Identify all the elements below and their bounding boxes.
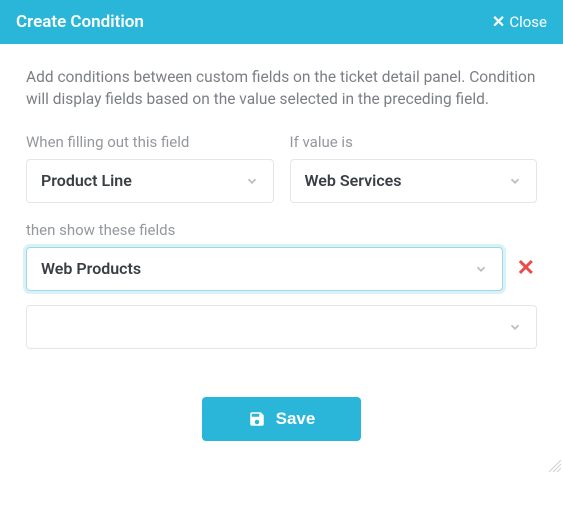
value-select[interactable]: Web Services	[290, 159, 538, 203]
chevron-down-icon	[508, 320, 522, 334]
save-row: Save	[26, 397, 537, 441]
close-icon: ✕	[492, 14, 505, 30]
show-field-row	[26, 305, 537, 349]
close-button[interactable]: ✕ Close	[492, 13, 547, 31]
remove-field-button[interactable]: ✕	[515, 258, 537, 280]
modal-title: Create Condition	[16, 12, 144, 32]
chevron-down-icon	[508, 174, 522, 188]
modal-header: Create Condition ✕ Close	[0, 0, 563, 44]
field-label: When filling out this field	[26, 133, 274, 151]
field-select-value: Product Line	[41, 171, 132, 190]
condition-row: When filling out this field Product Line…	[26, 133, 537, 203]
save-button-label: Save	[276, 409, 316, 429]
show-field-value	[41, 317, 45, 336]
show-field-select-empty[interactable]	[26, 305, 537, 349]
show-fields-label: then show these fields	[26, 221, 537, 239]
show-field-row: Web Products ✕	[26, 247, 537, 291]
value-column: If value is Web Services	[290, 133, 538, 203]
chevron-down-icon	[245, 174, 259, 188]
save-button[interactable]: Save	[202, 397, 362, 441]
value-select-value: Web Services	[305, 171, 402, 190]
chevron-down-icon	[474, 262, 488, 276]
create-condition-modal: Create Condition ✕ Close Add conditions …	[0, 0, 563, 471]
show-field-select[interactable]: Web Products	[26, 247, 503, 291]
modal-body: Add conditions between custom fields on …	[0, 44, 563, 471]
value-label: If value is	[290, 133, 538, 151]
resize-handle-icon[interactable]	[549, 457, 561, 469]
description-text: Add conditions between custom fields on …	[26, 66, 537, 111]
field-column: When filling out this field Product Line	[26, 133, 274, 203]
close-label: Close	[509, 13, 547, 31]
field-select[interactable]: Product Line	[26, 159, 274, 203]
show-field-value: Web Products	[41, 259, 141, 278]
save-icon	[248, 410, 266, 428]
